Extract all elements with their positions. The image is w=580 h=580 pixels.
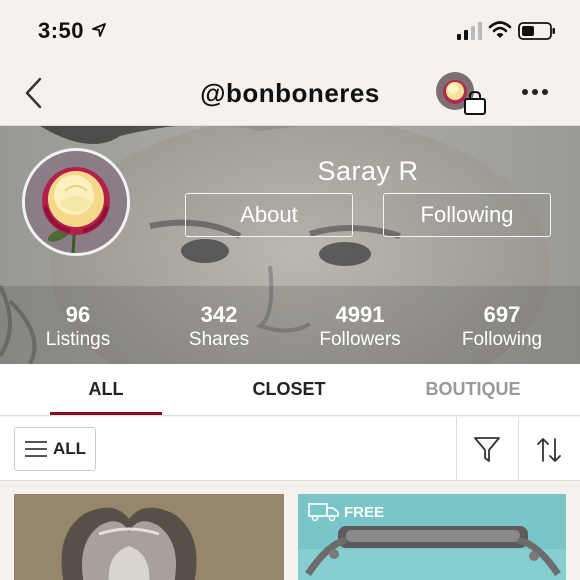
active-tab-indicator [50, 412, 162, 415]
signal-icon [457, 22, 482, 40]
location-arrow-icon [92, 23, 106, 37]
following-button[interactable]: Following [383, 193, 551, 237]
stat-label: Shares [188, 329, 250, 350]
tab-closet[interactable]: CLOSET [219, 379, 359, 400]
stat-value: 96 [65, 302, 91, 327]
shopping-bag-icon[interactable] [463, 90, 487, 116]
stat-listings[interactable]: 96 Listings [18, 302, 138, 352]
stat-value: 697 [483, 302, 521, 327]
stat-following[interactable]: 697 Following [442, 302, 562, 352]
stat-followers[interactable]: 4991 Followers [300, 302, 420, 352]
stat-value: 4991 [335, 302, 385, 327]
stat-label: Followers [319, 329, 401, 350]
free-shipping-badge: FREE [308, 502, 384, 522]
tab-boutique[interactable]: BOUTIQUE [403, 379, 543, 400]
more-icon[interactable] [520, 84, 550, 100]
profile-avatar[interactable] [22, 148, 130, 256]
sort-arrows-icon[interactable] [534, 435, 564, 465]
stat-value: 342 [200, 302, 238, 327]
stat-label: Following [461, 329, 543, 350]
stat-label: Listings [45, 329, 111, 350]
listing-card[interactable] [14, 494, 284, 580]
divider [518, 417, 519, 481]
closet-screen: 3:50 @bonboneres Saray R About Following… [0, 0, 580, 580]
nav-header: @bonboneres [0, 62, 580, 126]
divider [456, 417, 457, 481]
profile-handle: @bonboneres [200, 78, 380, 108]
status-bar: 3:50 [0, 0, 580, 62]
all-filter-label: ALL [53, 439, 87, 458]
filter-bar: ALL [0, 417, 580, 481]
profile-name: Saray R [317, 156, 419, 186]
menu-lines-icon [25, 441, 47, 457]
stat-shares[interactable]: 342 Shares [159, 302, 279, 352]
free-badge-label: FREE [344, 503, 385, 521]
wifi-icon [488, 21, 512, 38]
shipping-truck-icon [308, 503, 339, 522]
all-filter-button[interactable]: ALL [14, 427, 96, 471]
listing-image [14, 494, 284, 580]
status-time: 3:50 [38, 18, 85, 43]
tab-all[interactable]: ALL [36, 379, 176, 400]
closet-tabs: ALL CLOSET BOUTIQUE [0, 364, 580, 416]
battery-icon [518, 22, 555, 40]
filter-funnel-icon[interactable] [472, 435, 502, 465]
listing-card[interactable]: FREE [298, 494, 566, 580]
about-button[interactable]: About [185, 193, 353, 237]
profile-banner: Saray R About Following 96 Listings 342 … [0, 126, 580, 364]
